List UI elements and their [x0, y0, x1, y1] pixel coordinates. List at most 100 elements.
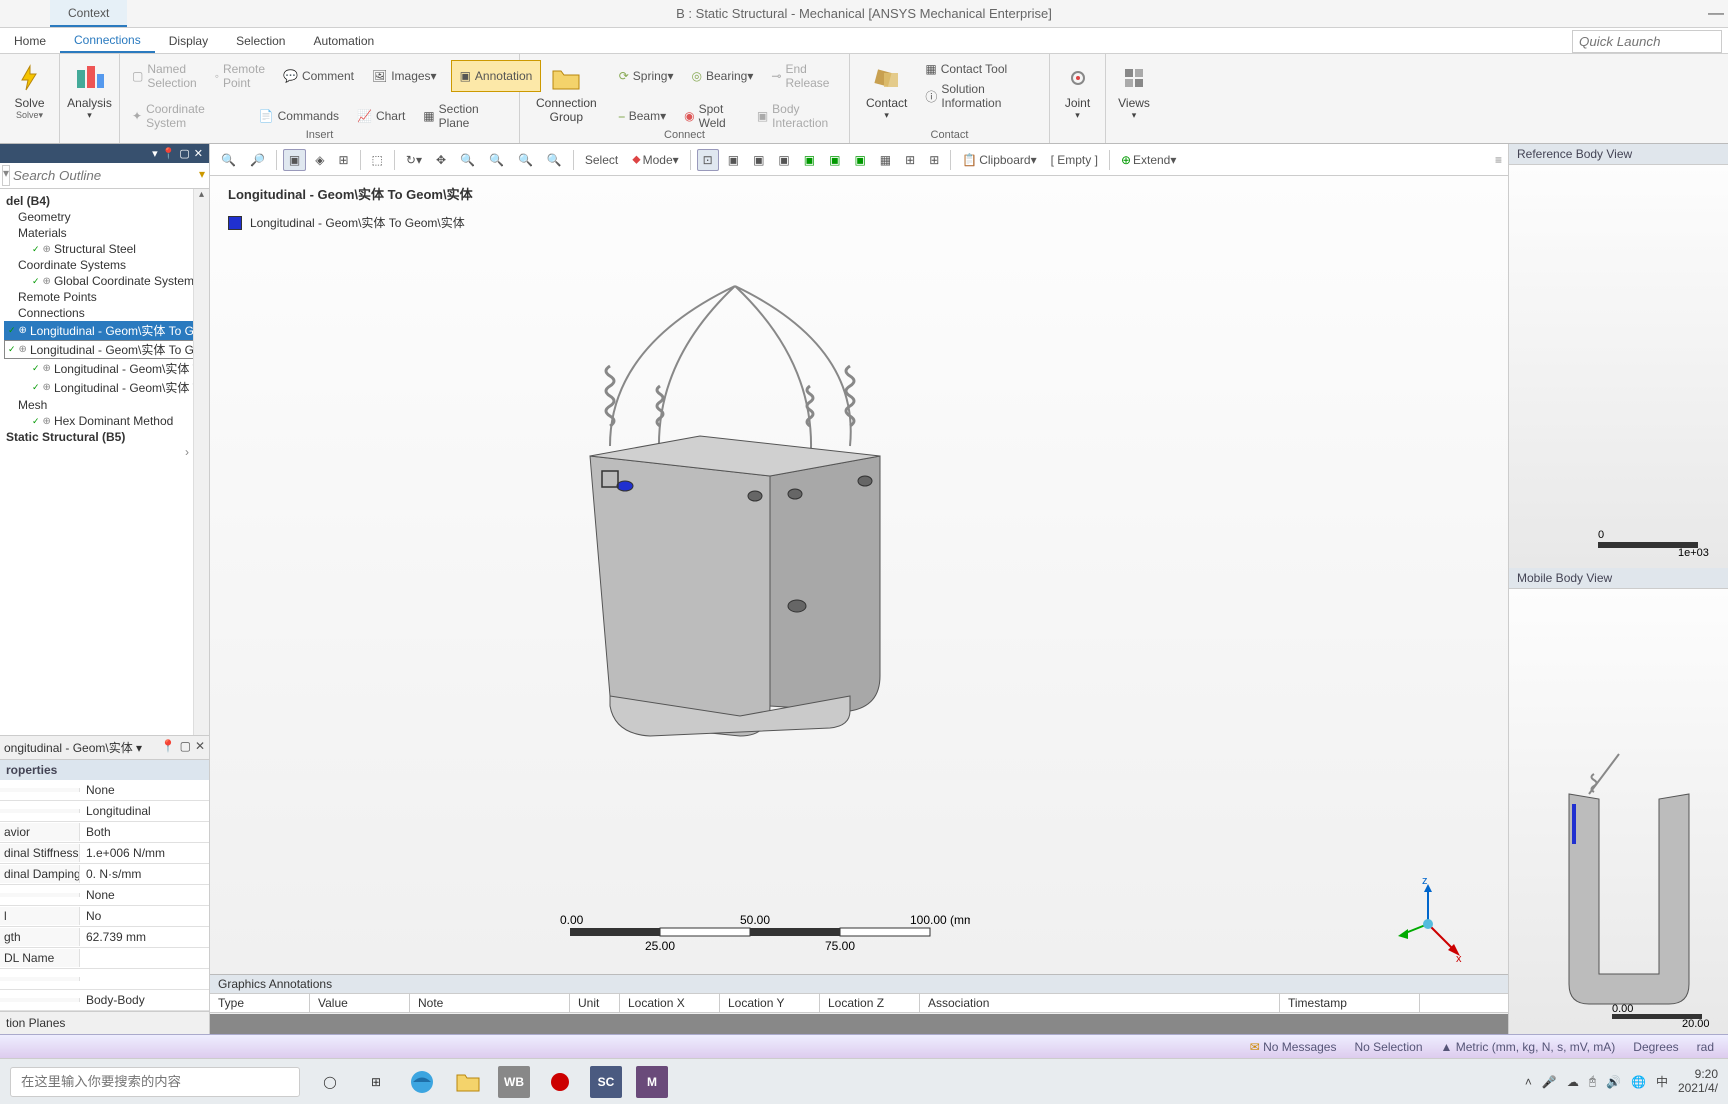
- coord-system-button[interactable]: ✦Coordinate System: [128, 100, 245, 132]
- mechanical-icon[interactable]: M: [636, 1066, 668, 1098]
- property-row[interactable]: DL Name: [0, 948, 209, 969]
- workbench-icon[interactable]: WB: [498, 1066, 530, 1098]
- ga-col[interactable]: Location Y: [720, 994, 820, 1012]
- sel8-icon[interactable]: ▦: [875, 150, 896, 170]
- mode-button[interactable]: ⬥Mode▾: [627, 149, 683, 170]
- extend-button[interactable]: ⊕Extend▾: [1116, 150, 1181, 170]
- spaceclaim-icon[interactable]: SC: [590, 1066, 622, 1098]
- section-planes-panel[interactable]: tion Planes: [0, 1011, 209, 1034]
- pin-icon[interactable]: 📍: [162, 147, 176, 160]
- cortana-icon[interactable]: ◯: [314, 1066, 346, 1098]
- bearing-button[interactable]: ◎Bearing▾: [688, 60, 758, 92]
- sel5-icon[interactable]: ▣: [799, 150, 820, 170]
- property-row[interactable]: None: [0, 885, 209, 906]
- ga-col[interactable]: Unit: [570, 994, 620, 1012]
- 3d-model[interactable]: [510, 266, 960, 826]
- quick-launch-input[interactable]: [1572, 30, 1722, 53]
- properties-grid[interactable]: NoneLongitudinalaviorBothdinal Stiffness…: [0, 780, 209, 1011]
- tree-node[interactable]: ✓⊕Longitudinal - Geom\实体 To Geom: [4, 321, 209, 340]
- fit-icon[interactable]: 🔍: [513, 150, 538, 170]
- tab-selection[interactable]: Selection: [222, 30, 299, 52]
- zoom-out-icon[interactable]: 🔎: [245, 150, 270, 170]
- onedrive-icon[interactable]: ☁: [1567, 1075, 1579, 1089]
- rad-units[interactable]: rad: [1697, 1040, 1714, 1054]
- units-status[interactable]: ▲ Metric (mm, kg, N, s, mV, mA): [1441, 1040, 1616, 1054]
- tab-connections[interactable]: Connections: [60, 29, 155, 53]
- remote-point-button[interactable]: ◦Remote Point: [211, 60, 269, 92]
- ga-col[interactable]: Note: [410, 994, 570, 1012]
- sel3-icon[interactable]: ▣: [748, 150, 769, 170]
- close-icon[interactable]: ✕: [194, 147, 203, 160]
- tree-node[interactable]: Coordinate Systems: [4, 257, 209, 273]
- mic-icon[interactable]: 🎤: [1542, 1075, 1557, 1089]
- section-plane-button[interactable]: ▦Section Plane: [419, 100, 511, 132]
- ga-col[interactable]: Timestamp: [1280, 994, 1420, 1012]
- empty-button[interactable]: [ Empty ]: [1046, 150, 1103, 170]
- tree-node[interactable]: ✓⊕Longitudinal - Geom\实体 To Geom: [4, 359, 209, 378]
- outline-search-input[interactable]: [10, 165, 195, 186]
- property-row[interactable]: lNo: [0, 906, 209, 927]
- property-row[interactable]: gth62.739 mm: [0, 927, 209, 948]
- sel10-icon[interactable]: ⊞: [924, 150, 944, 170]
- record-icon[interactable]: [544, 1066, 576, 1098]
- reference-body-view[interactable]: 01e+03: [1509, 165, 1728, 568]
- wire-icon[interactable]: ⊞: [333, 150, 353, 170]
- joint-button[interactable]: Joint ▾: [1058, 58, 1097, 125]
- tree-node[interactable]: Materials: [4, 225, 209, 241]
- 3d-viewport[interactable]: Longitudinal - Geom\实体 To Geom\实体 Longit…: [210, 176, 1508, 974]
- battery-icon[interactable]: 🖰: [1589, 1074, 1596, 1089]
- outline-tree[interactable]: del (B4) GeometryMaterials✓⊕Structural S…: [0, 189, 209, 735]
- commands-button[interactable]: 📄Commands: [255, 100, 343, 132]
- ga-col[interactable]: Type: [210, 994, 310, 1012]
- zoom-in-icon[interactable]: 🔍: [216, 150, 241, 170]
- sel9-icon[interactable]: ⊞: [900, 150, 920, 170]
- property-row[interactable]: dinal Damping0. N·s/mm: [0, 864, 209, 885]
- sel7-icon[interactable]: ▣: [849, 150, 870, 170]
- select-button[interactable]: Select: [580, 150, 623, 170]
- pan-icon[interactable]: ✥: [431, 150, 451, 170]
- chart-button[interactable]: 📈Chart: [353, 100, 409, 132]
- cube-icon[interactable]: ▣: [283, 149, 306, 171]
- tree-node[interactable]: ✓⊕Hex Dominant Method: [4, 413, 209, 429]
- collapse-icon[interactable]: ≡: [1495, 153, 1502, 167]
- angle-units[interactable]: Degrees: [1633, 1040, 1678, 1054]
- property-row[interactable]: Body-Body: [0, 990, 209, 1011]
- property-row[interactable]: Longitudinal: [0, 801, 209, 822]
- system-tray[interactable]: ˄ 🎤 ☁ 🖰 🔊 🌐 中 9:20 2021/4/: [1525, 1068, 1718, 1094]
- connection-group-button[interactable]: Connection Group: [528, 58, 605, 132]
- triad-icon[interactable]: z x: [1398, 874, 1468, 954]
- tab-automation[interactable]: Automation: [299, 30, 388, 52]
- tree-node[interactable]: ✓⊕Structural Steel: [4, 241, 209, 257]
- iso-icon[interactable]: ⬚: [367, 150, 388, 170]
- edge-icon[interactable]: [406, 1066, 438, 1098]
- clipboard-button[interactable]: 📋Clipboard▾: [957, 150, 1041, 170]
- spot-weld-button[interactable]: ◉Spot Weld: [680, 100, 743, 132]
- messages-status[interactable]: ✉ No Messages: [1250, 1040, 1337, 1054]
- comment-button[interactable]: 💬Comment: [279, 60, 358, 92]
- sel6-icon[interactable]: ▣: [824, 150, 845, 170]
- contact-tool-button[interactable]: ▦Contact Tool: [921, 60, 1041, 78]
- mobile-body-view[interactable]: 0.0020.00: [1509, 589, 1728, 1034]
- tab-home[interactable]: Home: [0, 30, 60, 52]
- ga-col[interactable]: Location X: [620, 994, 720, 1012]
- clock-date[interactable]: 2021/4/: [1678, 1082, 1718, 1095]
- pin-icon[interactable]: 📍: [161, 739, 176, 756]
- search-options-icon[interactable]: ▾: [195, 165, 209, 186]
- close-icon[interactable]: ✕: [195, 739, 205, 756]
- quick-launch[interactable]: [1572, 30, 1722, 53]
- sel1-icon[interactable]: ⊡: [697, 149, 719, 171]
- solve-button[interactable]: Solve Solve▾: [8, 58, 51, 125]
- tree-node[interactable]: ✓⊕Longitudinal - Geom\实体 To Geom\实体: [4, 340, 209, 359]
- rotate-icon[interactable]: ↻▾: [401, 150, 427, 170]
- analysis-button[interactable]: Analysis ▾: [68, 58, 111, 125]
- end-release-button[interactable]: ⊸End Release: [767, 60, 841, 92]
- maximize-icon[interactable]: ▢: [180, 739, 191, 756]
- zoom-icon[interactable]: 🔍: [455, 150, 480, 170]
- contact-button[interactable]: Contact ▾: [858, 58, 915, 125]
- ime-indicator[interactable]: 中: [1656, 1073, 1668, 1090]
- property-row[interactable]: None: [0, 780, 209, 801]
- tree-node[interactable]: Mesh: [4, 397, 209, 413]
- sel2-icon[interactable]: ▣: [723, 150, 744, 170]
- named-selection-button[interactable]: ▢Named Selection: [128, 60, 201, 92]
- minimize-button[interactable]: —: [1708, 5, 1724, 23]
